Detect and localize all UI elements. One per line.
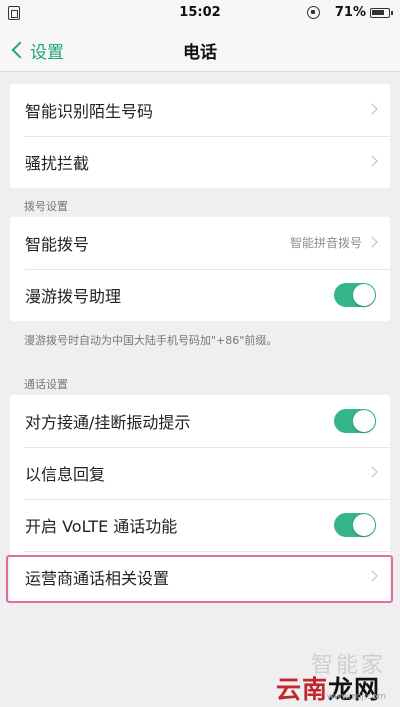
section-title-dial: 拨号设置 <box>24 200 68 213</box>
roaming-note: 漫游拨号时自动为中国大陆手机号码加"+86"前缀。 <box>24 334 278 347</box>
row-reply-with-message[interactable]: 以信息回复 <box>10 447 390 499</box>
page-title: 电话 <box>183 43 217 63</box>
status-bar: 15:02 71% <box>0 0 400 28</box>
battery-icon <box>370 8 393 18</box>
row-label: 以信息回复 <box>25 465 106 484</box>
row-label: 运营商通话相关设置 <box>25 569 170 588</box>
watermark-url: www.znj.com <box>326 692 386 702</box>
chevron-right-icon <box>366 155 378 167</box>
volte-toggle[interactable] <box>334 513 376 537</box>
row-volte[interactable]: 开启 VoLTE 通话功能 <box>10 499 390 551</box>
chevron-right-icon <box>366 466 378 478</box>
row-label: 智能识别陌生号码 <box>25 102 154 121</box>
roaming-dial-toggle[interactable] <box>334 283 376 307</box>
row-label: 骚扰拦截 <box>25 154 90 173</box>
row-smart-dial[interactable]: 智能拨号 智能拼音拨号 <box>10 217 390 269</box>
row-carrier-call-settings[interactable]: 运营商通话相关设置 <box>10 551 390 603</box>
row-label: 智能拨号 <box>25 235 90 254</box>
row-harassment-block[interactable]: 骚扰拦截 <box>10 136 390 188</box>
row-label: 开启 VoLTE 通话功能 <box>25 517 178 536</box>
settings-group-top: 智能识别陌生号码 骚扰拦截 <box>10 84 390 188</box>
row-label: 漫游拨号助理 <box>25 287 122 306</box>
battery-percentage: 71% <box>334 5 366 20</box>
chevron-right-icon <box>366 103 378 115</box>
row-smart-identify-unknown-number[interactable]: 智能识别陌生号码 <box>10 84 390 136</box>
settings-group-dial: 智能拨号 智能拼音拨号 漫游拨号助理 <box>10 217 390 321</box>
row-value: 智能拼音拨号 <box>289 236 362 250</box>
settings-group-call: 对方接通/挂断振动提示 以信息回复 开启 VoLTE 通话功能 运营商通话相关设… <box>10 395 390 603</box>
chevron-right-icon <box>366 236 378 248</box>
nav-bar: 设置 电话 <box>0 28 400 72</box>
section-title-call: 通话设置 <box>24 378 68 391</box>
row-roaming-dial-assistant[interactable]: 漫游拨号助理 <box>10 269 390 321</box>
chevron-right-icon <box>366 570 378 582</box>
row-label: 对方接通/挂断振动提示 <box>25 413 191 432</box>
row-connect-vibrate[interactable]: 对方接通/挂断振动提示 <box>10 395 390 447</box>
rotation-lock-icon <box>307 6 320 19</box>
connect-vibrate-toggle[interactable] <box>334 409 376 433</box>
